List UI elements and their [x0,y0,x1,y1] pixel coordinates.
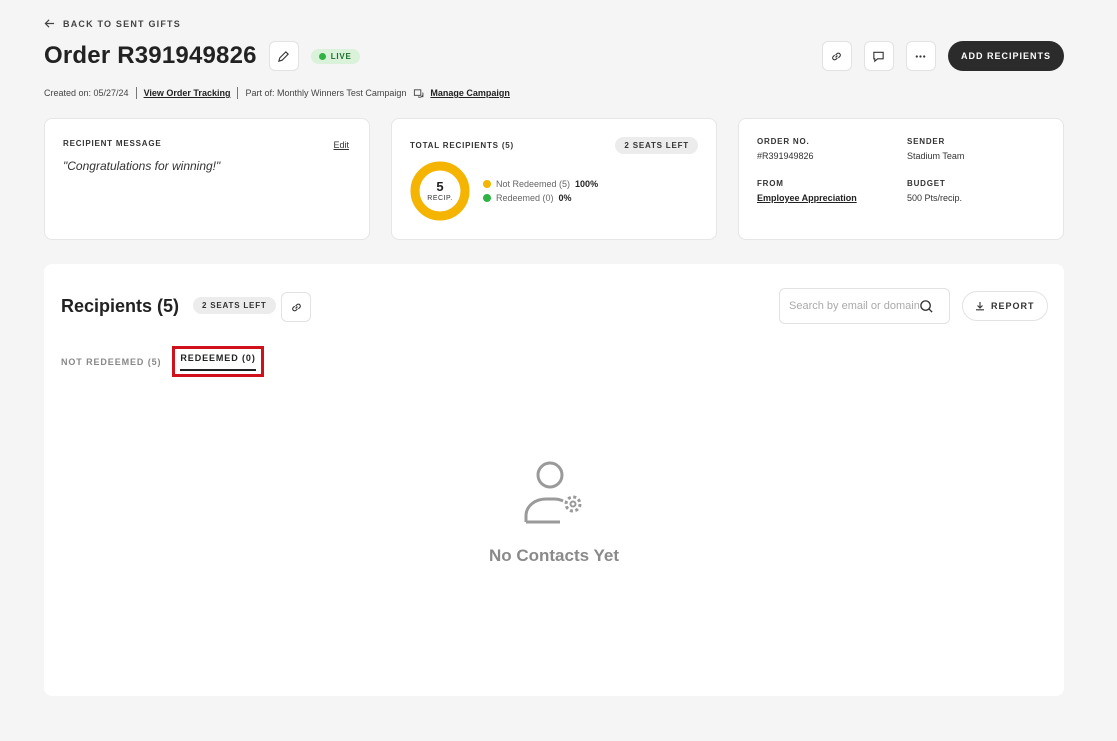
report-label: REPORT [991,301,1035,311]
created-date: Created on: 05/27/24 [44,88,129,98]
from-label: FROM [757,179,784,188]
status-badge: LIVE [310,48,360,64]
legend-label: Not Redeemed (5) [496,179,571,189]
copy-recipient-link-button[interactable] [281,292,311,322]
sender-value: Stadium Team [907,151,965,161]
page-title: Order R391949826 [44,42,257,69]
order-no-label: ORDER NO. [757,137,810,146]
legend-dot-not-redeemed [483,180,491,188]
recipients-title: Recipients (5) [61,296,180,316]
recipients-panel: Recipients (5) 2 SEATS LEFT REPORT NOT R… [44,264,1064,696]
report-button[interactable]: REPORT [962,291,1048,321]
divider [237,87,239,99]
recipient-message-text: "Congratulations for winning!" [63,159,221,173]
live-dot-icon [318,52,326,60]
legend-label: Redeemed (0) [496,193,554,203]
user-gear-icon [524,461,582,524]
more-icon [916,54,926,58]
seats-left-badge: 2 SEATS LEFT [615,137,698,154]
add-recipients-button[interactable]: ADD RECIPIENTS [947,41,1064,71]
tab-not-redeemed[interactable]: NOT REDEEMED (5) [61,357,161,367]
manage-campaign-link[interactable]: Manage Campaign [430,88,510,98]
comment-button[interactable] [863,41,894,71]
recipients-donut-chart: 5 RECIP. [410,161,470,221]
empty-state-text: No Contacts Yet [488,546,620,565]
legend-redeemed: Redeemed (0) 0% [483,193,598,203]
from-cell: FROM Employee Appreciation [757,179,907,203]
search-icon[interactable] [919,299,934,314]
order-meta: Created on: 05/27/24 View Order Tracking… [44,87,510,99]
legend-pct: 100% [575,179,599,189]
back-label: BACK TO SENT GIFTS [63,18,181,29]
link-icon [832,52,842,60]
download-icon [976,302,984,311]
back-to-sent-gifts-link[interactable]: BACK TO SENT GIFTS [44,18,181,29]
order-info-card: ORDER NO. #R391949826 SENDER Stadium Tea… [738,118,1064,240]
recipient-tabs: NOT REDEEMED (5) REDEEMED (0) [61,346,264,377]
recipient-message-card: RECIPIENT MESSAGE Edit "Congratulations … [44,118,370,240]
from-link[interactable]: Employee Appreciation [757,193,857,203]
seats-left-badge: 2 SEATS LEFT [193,297,276,314]
order-no-value: #R391949826 [757,151,814,161]
tab-redeemed[interactable]: REDEEMED (0) [172,346,264,377]
order-no-cell: ORDER NO. #R391949826 [757,137,907,161]
edit-title-button[interactable] [268,41,299,71]
link-icon [291,303,301,311]
status-label: LIVE [330,51,352,61]
legend-dot-redeemed [483,194,491,202]
sender-cell: SENDER Stadium Team [907,137,1057,161]
campaign-icon [414,88,424,98]
tab-redeemed-label: REDEEMED (0) [180,353,256,371]
edit-message-link[interactable]: Edit [333,140,349,150]
search-field[interactable] [779,288,950,324]
divider [135,87,137,99]
donut-total: 5 [436,179,444,194]
search-input[interactable] [789,300,919,312]
donut-center: 5 RECIP. [410,161,470,221]
view-order-tracking-link[interactable]: View Order Tracking [144,88,231,98]
donut-unit: RECIP. [427,195,453,202]
copy-link-button[interactable] [821,41,852,71]
budget-cell: BUDGET 500 Pts/recip. [907,179,1057,203]
comment-icon [873,51,885,62]
empty-state: No Contacts Yet [44,460,1064,566]
campaign-name: Part of: Monthly Winners Test Campaign [245,88,407,98]
title-row: Order R391949826 LIVE [44,41,360,71]
arrow-left-icon [44,19,55,28]
total-recipients-card: TOTAL RECIPIENTS (5) 2 SEATS LEFT 5 RECI… [391,118,717,240]
legend-not-redeemed: Not Redeemed (5) 100% [483,179,598,189]
sender-label: SENDER [907,137,946,146]
budget-label: BUDGET [907,179,946,188]
header-actions: ADD RECIPIENTS [821,41,1064,71]
budget-value: 500 Pts/recip. [907,193,963,203]
recipient-message-label: RECIPIENT MESSAGE [63,139,162,148]
more-options-button[interactable] [905,41,936,71]
pencil-icon [278,50,290,62]
donut-legend: Not Redeemed (5) 100% Redeemed (0) 0% [483,179,598,207]
legend-pct: 0% [558,193,572,203]
